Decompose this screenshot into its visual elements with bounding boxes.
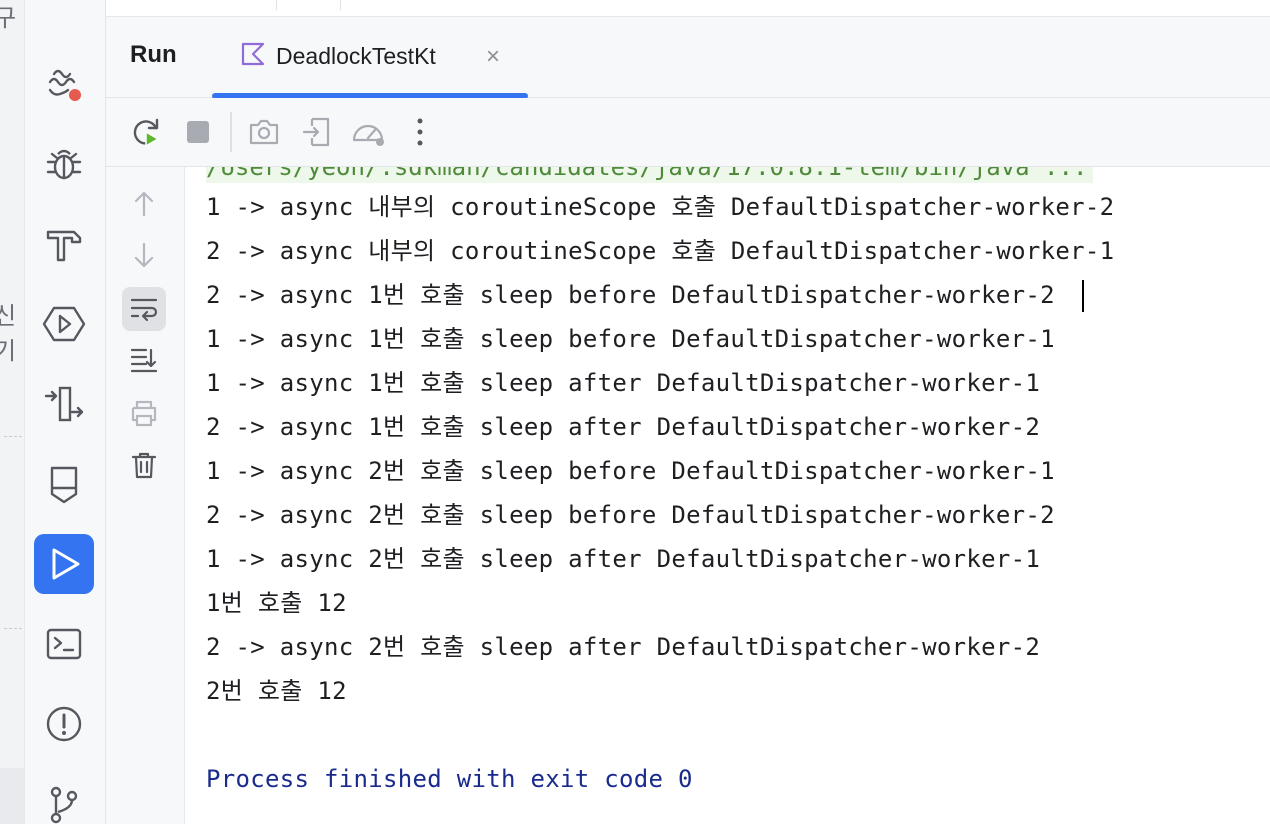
tool-window-sidebar xyxy=(25,0,106,824)
down-button[interactable] xyxy=(122,234,166,278)
print-icon xyxy=(131,400,157,427)
rerun-button[interactable] xyxy=(126,112,166,152)
console-gutter xyxy=(106,167,185,824)
screenshot-icon xyxy=(249,119,279,145)
sidebar-item-build[interactable] xyxy=(34,214,94,274)
adjacent-window-edge: 구 신기 xyxy=(0,0,25,824)
console-line: 2 -> async 내부의 coroutineScope 호출 Default… xyxy=(206,237,1115,265)
kotlin-icon xyxy=(241,42,265,66)
stop-button[interactable] xyxy=(178,112,218,152)
sidebar-item-problems[interactable] xyxy=(34,694,94,754)
rerun-icon xyxy=(133,118,159,147)
more-button[interactable] xyxy=(400,112,440,152)
stop-icon xyxy=(187,121,209,143)
profiler-icon xyxy=(48,69,81,101)
console-line: 2 -> async 2번 호출 sleep before DefaultDis… xyxy=(206,501,1055,529)
run-toolbar xyxy=(106,98,1270,167)
trash-icon xyxy=(131,452,157,479)
screenshot-button[interactable] xyxy=(244,112,284,152)
bookmark-icon xyxy=(50,466,78,504)
run-icon xyxy=(52,548,80,580)
sidebar-item-terminal[interactable] xyxy=(34,614,94,674)
divider xyxy=(276,0,277,10)
sidebar-item-bookmarks[interactable] xyxy=(34,454,94,514)
services-icon xyxy=(42,306,86,342)
text-caret xyxy=(1082,280,1084,312)
edge-bottom-block xyxy=(0,768,24,824)
sidebar-item-endpoints[interactable] xyxy=(34,374,94,434)
tab-label: DeadlockTestKt xyxy=(276,43,436,69)
command-line: /Users/yeon/.sdkman/candidates/java/17.0… xyxy=(206,167,1094,183)
console-line: 1 -> async 내부의 coroutineScope 호출 Default… xyxy=(206,193,1115,221)
profile-icon xyxy=(352,124,384,146)
arrow-down-icon xyxy=(134,242,154,268)
divider xyxy=(340,0,341,10)
sidebar-item-profiler[interactable] xyxy=(34,54,94,114)
problems-icon xyxy=(46,706,82,742)
console-line: 2번 호출 12 xyxy=(206,677,347,705)
divider xyxy=(4,436,22,437)
soft-wrap-button[interactable] xyxy=(122,287,166,331)
print-button[interactable] xyxy=(122,391,166,435)
tab-deadlocktestkt[interactable]: DeadlockTestKt × xyxy=(212,17,528,99)
edge-text-fragment: 신기 xyxy=(0,296,24,366)
debug-icon xyxy=(46,149,82,180)
close-icon[interactable]: × xyxy=(486,45,500,69)
toolbar-separator xyxy=(230,112,232,152)
console-line: 2 -> async 2번 호출 sleep after DefaultDisp… xyxy=(206,633,1041,661)
exit-button[interactable] xyxy=(297,112,337,152)
exit-icon xyxy=(302,117,330,147)
more-icon xyxy=(417,118,423,146)
console-line: 2 -> async 1번 호출 sleep after DefaultDisp… xyxy=(206,413,1041,441)
exit-status-line: Process finished with exit code 0 xyxy=(206,765,693,793)
console-line: 1 -> async 1번 호출 sleep after DefaultDisp… xyxy=(206,369,1041,397)
console-line: 1번 호출 12 xyxy=(206,589,347,617)
terminal-icon xyxy=(46,628,82,660)
run-panel-title: Run xyxy=(130,41,177,68)
scroll-to-end-button[interactable] xyxy=(122,337,166,381)
clear-button[interactable] xyxy=(122,443,166,487)
soft-wrap-icon xyxy=(130,298,158,322)
up-button[interactable] xyxy=(122,181,166,225)
notification-badge xyxy=(69,89,81,101)
editor-tab-strip xyxy=(106,0,1270,17)
console-line: 2 -> async 1번 호출 sleep before DefaultDis… xyxy=(206,281,1055,309)
console-output[interactable]: /Users/yeon/.sdkman/candidates/java/17.0… xyxy=(185,167,1270,824)
edge-text-fragment: 구 xyxy=(0,0,16,33)
sidebar-item-git[interactable] xyxy=(34,774,94,834)
console-line: 1 -> async 1번 호출 sleep before DefaultDis… xyxy=(206,325,1055,353)
scroll-to-end-icon xyxy=(130,348,158,373)
profile-button[interactable] xyxy=(348,112,388,152)
sidebar-item-run[interactable] xyxy=(34,534,94,594)
console-line: 1 -> async 2번 호출 sleep before DefaultDis… xyxy=(206,457,1055,485)
run-panel-header: Run DeadlockTestKt × xyxy=(106,17,1270,99)
sidebar-item-services[interactable] xyxy=(34,294,94,354)
build-hammer-icon xyxy=(46,230,82,262)
git-icon xyxy=(50,786,78,824)
console-line: 1 -> async 2번 호출 sleep after DefaultDisp… xyxy=(206,545,1041,573)
endpoints-icon xyxy=(44,386,84,422)
divider xyxy=(4,628,22,629)
arrow-up-icon xyxy=(134,191,154,217)
sidebar-item-debug[interactable] xyxy=(34,134,94,194)
